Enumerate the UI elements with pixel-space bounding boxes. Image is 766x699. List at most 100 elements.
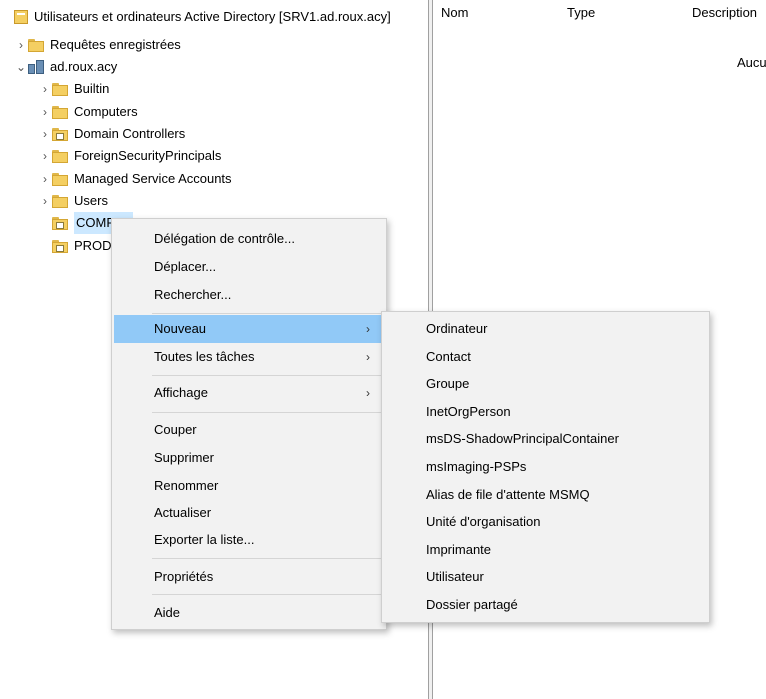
chevron-right-icon[interactable]: ›: [38, 190, 52, 212]
submenu-item-user[interactable]: Utilisateur: [384, 563, 707, 591]
column-header-type[interactable]: Type: [567, 0, 595, 42]
submenu-item-shared-folder[interactable]: Dossier partagé: [384, 591, 707, 619]
tree-item-label: Users: [74, 193, 108, 208]
folder-icon: [52, 194, 68, 208]
menu-item-label: Groupe: [426, 376, 470, 391]
menu-item-delegation[interactable]: Délégation de contrôle...: [114, 225, 384, 253]
menu-item-label: Déplacer...: [154, 259, 217, 274]
menu-item-properties[interactable]: Propriétés: [114, 563, 384, 591]
menu-item-label: Actualiser: [154, 505, 212, 520]
ou-folder-icon: [52, 127, 68, 141]
menu-item-export-list[interactable]: Exporter la liste...: [114, 526, 384, 554]
menu-item-label: Alias de file d'attente MSMQ: [426, 487, 590, 502]
tree-item-users[interactable]: › Users: [38, 190, 108, 212]
menu-item-label: msDS-ShadowPrincipalContainer: [426, 431, 619, 446]
menu-item-rename[interactable]: Renommer: [114, 472, 384, 500]
folder-icon: [28, 38, 44, 52]
menu-separator: [152, 558, 382, 559]
tree-item-prod[interactable]: PROD: [38, 235, 112, 257]
chevron-right-icon[interactable]: ›: [38, 78, 52, 100]
menu-separator: [152, 375, 382, 376]
snapin-icon: [14, 10, 28, 24]
new-submenu: Ordinateur Contact Groupe InetOrgPerson …: [381, 311, 710, 623]
menu-item-find[interactable]: Rechercher...: [114, 281, 384, 309]
folder-icon: [52, 82, 68, 96]
tree-item-builtin[interactable]: › Builtin: [38, 78, 109, 100]
menu-item-label: Renommer: [154, 478, 219, 493]
chevron-right-icon[interactable]: ›: [14, 34, 28, 56]
tree-item-computers[interactable]: › Computers: [38, 101, 138, 123]
chevron-right-icon: ›: [366, 322, 370, 336]
menu-item-label: msImaging-PSPs: [426, 459, 527, 474]
tree-root-label: Utilisateurs et ordinateurs Active Direc…: [34, 9, 391, 24]
menu-item-label: Supprimer: [154, 450, 214, 465]
menu-separator: [152, 313, 382, 314]
tree-item-label: ad.roux.acy: [50, 59, 118, 74]
menu-separator: [152, 412, 382, 413]
chevron-right-icon: ›: [366, 386, 370, 400]
tree-item-label: Managed Service Accounts: [74, 171, 232, 186]
context-menu: Délégation de contrôle... Déplacer... Re…: [111, 218, 387, 630]
empty-list-message: Aucun élément à afficher dans cet affich…: [737, 55, 766, 70]
tree-item-domain-controllers[interactable]: › Domain Controllers: [38, 123, 185, 145]
ou-folder-icon: [52, 239, 68, 253]
tree-item-label: Builtin: [74, 81, 110, 96]
chevron-right-icon[interactable]: ›: [38, 101, 52, 123]
menu-item-label: Imprimante: [426, 542, 492, 557]
menu-item-refresh[interactable]: Actualiser: [114, 499, 384, 527]
menu-item-label: Utilisateur: [426, 569, 484, 584]
menu-item-label: Rechercher...: [154, 287, 232, 302]
tree-item-domain[interactable]: ⌄ ad.roux.acy: [14, 56, 117, 78]
tree-root[interactable]: Utilisateurs et ordinateurs Active Direc…: [14, 6, 391, 28]
menu-item-label: Délégation de contrôle...: [154, 231, 295, 246]
submenu-item-computer[interactable]: Ordinateur: [384, 315, 707, 343]
ou-folder-icon: [52, 216, 68, 230]
submenu-item-msmq-alias[interactable]: Alias de file d'attente MSMQ: [384, 481, 707, 509]
menu-item-view[interactable]: Affichage ›: [114, 379, 384, 407]
folder-icon: [52, 105, 68, 119]
menu-item-all-tasks[interactable]: Toutes les tâches ›: [114, 343, 384, 371]
submenu-item-group[interactable]: Groupe: [384, 370, 707, 398]
menu-separator: [152, 594, 382, 595]
submenu-item-printer[interactable]: Imprimante: [384, 536, 707, 564]
menu-item-label: Nouveau: [154, 321, 207, 336]
menu-item-label: Exporter la liste...: [154, 532, 255, 547]
tree-item-saved-queries[interactable]: › Requêtes enregistrées: [14, 34, 181, 56]
column-header-name[interactable]: Nom: [441, 0, 468, 42]
menu-item-delete[interactable]: Supprimer: [114, 444, 384, 472]
chevron-right-icon[interactable]: ›: [38, 168, 52, 190]
submenu-item-ou[interactable]: Unité d'organisation: [384, 508, 707, 536]
chevron-down-icon[interactable]: ⌄: [14, 56, 28, 78]
menu-item-label: Affichage: [154, 385, 208, 400]
tree-item-label: Computers: [74, 104, 138, 119]
menu-item-label: Toutes les tâches: [154, 349, 255, 364]
menu-item-label: Ordinateur: [426, 321, 488, 336]
menu-item-label: Couper: [154, 422, 197, 437]
submenu-item-msimaging-psps[interactable]: msImaging-PSPs: [384, 453, 707, 481]
chevron-right-icon: ›: [366, 350, 370, 364]
domain-icon: [28, 60, 44, 74]
chevron-right-icon[interactable]: ›: [38, 123, 52, 145]
submenu-item-contact[interactable]: Contact: [384, 343, 707, 371]
menu-item-help[interactable]: Aide: [114, 599, 384, 627]
submenu-item-shadow-principal-container[interactable]: msDS-ShadowPrincipalContainer: [384, 425, 707, 453]
menu-item-label: Dossier partagé: [426, 597, 518, 612]
menu-item-label: Contact: [426, 349, 471, 364]
folder-icon: [52, 149, 68, 163]
tree-item-managed-service-accounts[interactable]: › Managed Service Accounts: [38, 168, 232, 190]
tree-item-label: Domain Controllers: [74, 126, 186, 141]
tree-item-label: Requêtes enregistrées: [50, 37, 181, 52]
menu-item-label: Aide: [154, 605, 181, 620]
tree-item-label: PROD: [74, 238, 112, 253]
chevron-right-icon[interactable]: ›: [38, 145, 52, 167]
menu-item-label: Unité d'organisation: [426, 514, 541, 529]
folder-icon: [52, 172, 68, 186]
tree-item-foreign-security-principals[interactable]: › ForeignSecurityPrincipals: [38, 145, 221, 167]
menu-item-cut[interactable]: Couper: [114, 416, 384, 444]
submenu-item-inetorgperson[interactable]: InetOrgPerson: [384, 398, 707, 426]
column-header-description[interactable]: Description: [692, 0, 757, 42]
menu-item-new[interactable]: Nouveau ›: [114, 315, 384, 343]
menu-item-move[interactable]: Déplacer...: [114, 253, 384, 281]
tree-item-label: ForeignSecurityPrincipals: [74, 148, 222, 163]
menu-item-label: Propriétés: [154, 569, 214, 584]
